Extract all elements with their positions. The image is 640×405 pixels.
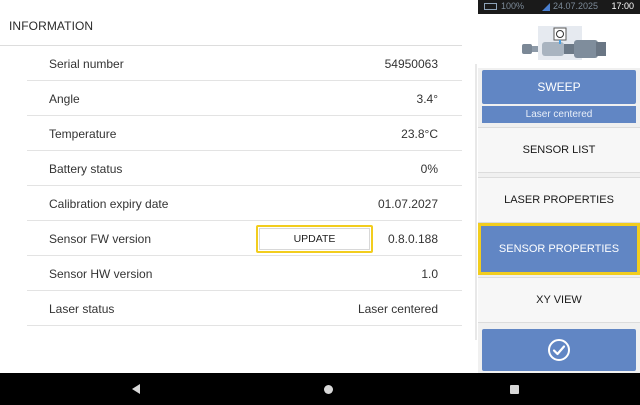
info-row-sensor-fw-version: Sensor FW version UPDATE 0.8.0.188 [27, 221, 462, 256]
info-value: Laser centered [357, 302, 438, 316]
status-date: 24.07.2025 [553, 1, 599, 11]
laser-status-badge: Laser centered [482, 106, 636, 123]
confirm-button[interactable] [482, 329, 636, 371]
back-icon[interactable] [132, 384, 140, 394]
home-icon[interactable] [324, 385, 333, 394]
info-label: Temperature [49, 127, 117, 141]
info-label: Battery status [49, 162, 123, 176]
update-button[interactable]: UPDATE [256, 225, 373, 253]
info-label: Sensor HW version [49, 267, 153, 281]
update-button-label: UPDATE [259, 228, 370, 250]
info-value: 0.8.0.188 [387, 232, 438, 246]
page-title: INFORMATION [9, 19, 94, 33]
info-value: 0% [420, 162, 438, 176]
information-panel: INFORMATION Serial number 54950063 Angle… [0, 0, 477, 373]
info-value: 01.07.2027 [377, 197, 438, 211]
system-nav-bar [0, 373, 640, 405]
info-row-battery-status: Battery status 0% [27, 151, 462, 186]
info-value: 54950063 [384, 57, 438, 71]
sweep-button[interactable]: SWEEP [482, 70, 636, 104]
info-value: 1.0 [421, 267, 438, 281]
check-circle-icon [548, 339, 570, 361]
status-time: 17:00 [611, 1, 634, 11]
laser-properties-button[interactable]: LASER PROPERTIES [478, 177, 640, 223]
info-row-temperature: Temperature 23.8°C [27, 116, 462, 151]
info-row-calibration-expiry: Calibration expiry date 01.07.2027 [27, 186, 462, 221]
recents-icon[interactable] [510, 385, 519, 394]
info-list: Serial number 54950063 Angle 3.4° Temper… [27, 46, 462, 326]
machine-train-graphic [522, 26, 606, 60]
info-row-serial-number: Serial number 54950063 [27, 46, 462, 81]
machine-train-icon[interactable] [478, 14, 640, 68]
info-label: Serial number [49, 57, 124, 71]
battery-percent: 100% [501, 1, 525, 11]
status-bar: 100% 24.07.2025 17:00 [478, 0, 640, 14]
scroll-edge [475, 64, 477, 340]
info-value: 23.8°C [401, 127, 438, 141]
info-label: Calibration expiry date [49, 197, 169, 211]
info-value: 3.4° [416, 92, 438, 106]
info-label: Angle [49, 92, 80, 106]
info-row-laser-status: Laser status Laser centered [27, 291, 462, 326]
sensor-properties-button[interactable]: SENSOR PROPERTIES [478, 223, 640, 275]
xy-view-button[interactable]: XY VIEW [478, 277, 640, 323]
sidebar: 100% 24.07.2025 17:00 SWEEP Laser center… [478, 0, 640, 373]
sensor-list-button[interactable]: SENSOR LIST [478, 127, 640, 173]
battery-icon [484, 3, 497, 10]
info-row-angle: Angle 3.4° [27, 81, 462, 116]
signal-icon [542, 3, 550, 11]
info-label: Sensor FW version [49, 232, 152, 246]
info-label: Laser status [49, 302, 115, 316]
info-row-sensor-hw-version: Sensor HW version 1.0 [27, 256, 462, 291]
